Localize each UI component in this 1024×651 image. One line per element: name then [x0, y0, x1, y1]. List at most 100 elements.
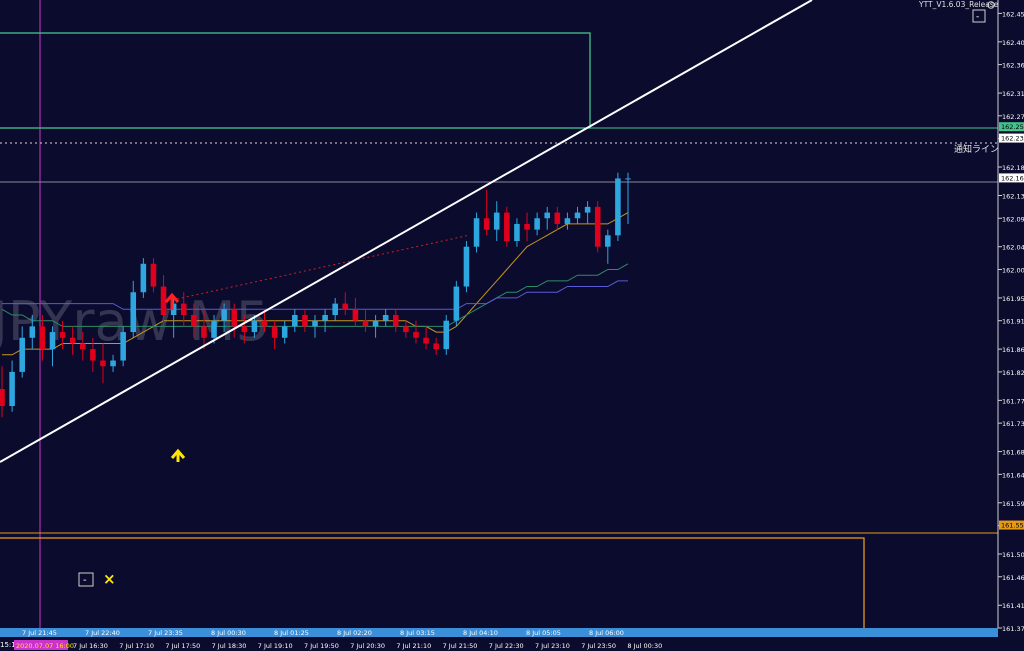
candle-body	[211, 320, 217, 338]
time-label-top: 7 Jul 22:40	[85, 629, 120, 637]
candle-body	[483, 218, 490, 230]
candle-body	[493, 212, 500, 230]
candle-body	[19, 337, 25, 372]
version-label: YTT_V1.6.03_Release	[918, 0, 999, 9]
candle-body	[59, 332, 66, 338]
candle-body	[221, 309, 227, 321]
time-label-top: 7 Jul 21:45	[22, 629, 57, 637]
candle-body	[251, 320, 258, 333]
price-tick-label: 161.77	[1002, 397, 1024, 405]
candle-body	[413, 332, 419, 338]
time-axis[interactable]: 7 Jul 21:45 7 Jul 22:40 7 Jul 23:35 8 Jul 0…	[0, 628, 1024, 651]
candle-body	[69, 337, 76, 344]
candle-body	[322, 315, 328, 321]
price-tick-label: 162.18	[1002, 164, 1024, 172]
time-label-bottom: 7 Jul 17:50	[165, 642, 200, 650]
time-label-bottom: 7 Jul 19:50	[304, 642, 339, 650]
candle-body	[281, 326, 288, 338]
candle-body	[453, 286, 460, 321]
price-tick-label: 162.04	[1002, 244, 1024, 252]
candle-body	[564, 218, 571, 224]
candle-body	[504, 212, 510, 242]
price-tick-label: 162.09	[1002, 215, 1024, 223]
time-label-bottom: 7 Jul 16:30	[73, 642, 108, 650]
candle-body	[342, 303, 349, 310]
price-tick-label: 162.40	[1002, 39, 1024, 47]
candle-body	[201, 326, 207, 338]
candle-body	[49, 332, 56, 350]
price-tick-label: 161.73	[1002, 420, 1024, 428]
candle-body	[100, 360, 106, 367]
candle-body	[29, 326, 36, 338]
time-label-bottom: 7 Jul 22:30	[489, 642, 524, 650]
panel-minus-button[interactable]: -	[78, 572, 94, 587]
candle-body	[574, 212, 581, 219]
candle-body	[423, 337, 429, 344]
candle-body	[362, 320, 369, 327]
candle-body	[615, 178, 621, 236]
price-tick-label: 161.95	[1002, 295, 1024, 303]
candle-body	[514, 223, 520, 242]
price-tick-label: 161.37	[1002, 625, 1024, 633]
time-label-top: 8 Jul 01:25	[274, 629, 309, 637]
time-label-top: 7 Jul 23:35	[148, 629, 183, 637]
candle-body	[312, 320, 318, 327]
time-label-bottom: 7 Jul 21:50	[443, 642, 478, 650]
candle-body	[443, 320, 450, 350]
price-tick-label: 161.59	[1002, 500, 1024, 508]
time-label-bottom: 7 Jul 23:10	[535, 642, 570, 650]
svg-text:-: -	[83, 575, 87, 586]
candle-body	[473, 218, 480, 247]
time-axis-stub: 15:1	[0, 641, 16, 649]
price-tick-label: 161.86	[1002, 346, 1024, 354]
price-tick-label: 161.64	[1002, 471, 1024, 479]
candle-body	[554, 212, 561, 224]
price-badge-text: 162.23	[1001, 135, 1024, 143]
time-label-top: 8 Jul 05:05	[526, 629, 561, 637]
time-label-top: 8 Jul 03:15	[400, 629, 435, 637]
candle-body	[594, 206, 601, 247]
candle-body	[0, 388, 5, 407]
price-tick-label: 162.36	[1002, 62, 1024, 70]
time-label-top: 8 Jul 00:30	[211, 629, 246, 637]
svg-text:-: -	[976, 12, 979, 22]
time-label-top: 8 Jul 02:20	[337, 629, 372, 637]
candle-body	[382, 315, 389, 321]
time-label-bottom: 7 Jul 18:30	[212, 642, 247, 650]
candle-body	[584, 206, 591, 213]
price-tick-label: 161.82	[1002, 369, 1024, 377]
price-tick-label: 162.00	[1002, 266, 1024, 274]
date-badge-text: 2020.07.07 16:00	[16, 642, 74, 650]
price-badge-text: 162.25	[1001, 123, 1024, 131]
price-badge-text: 161.55	[1001, 522, 1024, 530]
candle-body	[9, 371, 15, 407]
time-label-top: 8 Jul 06:00	[589, 629, 624, 637]
candle-body	[150, 263, 157, 287]
version-toggle-button[interactable]: -	[972, 9, 986, 23]
candle-body	[372, 320, 379, 327]
notify-line-label: 通知ライン	[954, 143, 999, 155]
candle-body	[544, 212, 551, 219]
time-label-bottom: 8 Jul 00:30	[627, 642, 662, 650]
candle-body	[140, 263, 147, 293]
price-tick-label: 161.46	[1002, 574, 1024, 582]
candle-body	[90, 349, 96, 361]
price-tick-label: 162.31	[1002, 90, 1024, 98]
price-tick-label: 162.13	[1002, 192, 1024, 200]
price-tick-label: 162.45	[1002, 10, 1024, 18]
candle-body	[392, 315, 399, 327]
price-tick-label: 161.91	[1002, 318, 1024, 326]
candle-body	[292, 315, 298, 327]
candle-body	[241, 326, 248, 333]
price-badge-text: 162.16	[1001, 174, 1024, 182]
panel-close-icon[interactable]: ×	[103, 570, 116, 588]
price-axis[interactable]: 162.45 162.40 162.36 162.31 162.27 162.23 162.…	[997, 0, 1024, 633]
candle-body	[302, 315, 308, 327]
candle-body	[625, 178, 631, 180]
time-label-bottom: 7 Jul 19:10	[258, 642, 293, 650]
price-chart[interactable]: JPYraw M5 通知ライン - × YTT_V1.6.03_Release …	[0, 0, 1024, 651]
time-label-bottom: 7 Jul 23:50	[581, 642, 616, 650]
price-tick-label: 161.50	[1002, 551, 1024, 559]
price-tick-label: 161.41	[1002, 602, 1024, 610]
candle-body	[352, 309, 359, 321]
